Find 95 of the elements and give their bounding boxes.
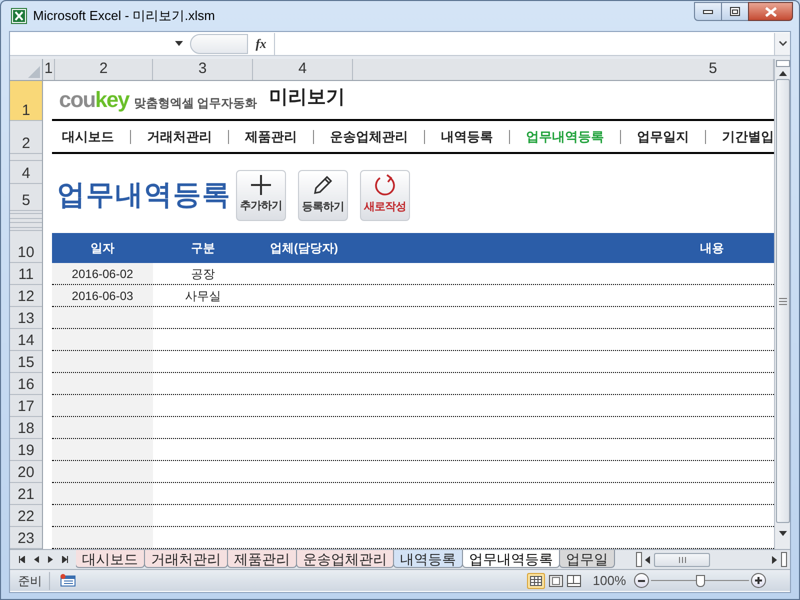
zoom-percent[interactable]: 100% (592, 570, 626, 590)
nav-link[interactable]: 내역등록 (441, 126, 493, 146)
row-header[interactable]: 22 (10, 505, 42, 527)
dropdown-arrow-icon (175, 41, 183, 46)
sheet-tab[interactable]: 업무일 (559, 550, 615, 568)
formula-grip[interactable] (190, 34, 248, 54)
chevron-down-icon (778, 41, 786, 46)
row-header[interactable]: 20 (10, 461, 42, 483)
row-header[interactable]: 11 (10, 263, 42, 285)
vertical-scrollbar[interactable] (774, 59, 790, 549)
column-header[interactable]: 4 (253, 59, 353, 80)
table-cell: 2016-06-03 (52, 285, 153, 306)
column-header: 내용 (699, 240, 726, 257)
maximize-button[interactable] (722, 2, 748, 21)
previous-sheet-icon[interactable] (34, 556, 38, 563)
column-header[interactable]: 3 (153, 59, 253, 80)
row-header[interactable]: 13 (10, 307, 42, 329)
macro-record-icon[interactable] (60, 574, 76, 587)
page-title: 미리보기 (269, 86, 346, 110)
refresh-icon (373, 174, 397, 196)
sheet-tab[interactable]: 업무내역등록 (462, 550, 560, 568)
logo-text: coukey (59, 89, 129, 111)
column-header[interactable]: 1 (43, 59, 55, 80)
nav-link[interactable]: 대시보드 (62, 126, 114, 146)
split-handle[interactable] (781, 552, 787, 567)
close-icon (764, 6, 776, 16)
row-header[interactable]: 2 (10, 121, 42, 154)
scroll-right-icon[interactable] (772, 556, 777, 564)
zoom-in-button[interactable] (751, 573, 766, 588)
sheet-tab[interactable]: 운송업체관리 (296, 550, 394, 568)
plus-icon (251, 175, 271, 196)
row-header[interactable]: 17 (10, 395, 42, 417)
row-header[interactable]: 4 (10, 161, 42, 184)
column-header: 구분 (190, 240, 216, 257)
zoom-slider-thumb[interactable] (696, 574, 705, 586)
row-header[interactable]: 1 (10, 81, 42, 121)
nav-link[interactable]: 업무일지 (637, 126, 689, 146)
zoom-slider[interactable] (651, 574, 749, 586)
sheet-tab[interactable]: 제품관리 (227, 550, 297, 568)
scroll-thumb[interactable] (776, 79, 790, 523)
row-header[interactable]: 15 (10, 351, 42, 373)
split-handle[interactable] (776, 60, 790, 67)
row-header[interactable]: 18 (10, 417, 42, 439)
row-header[interactable]: 16 (10, 373, 42, 395)
nav-link[interactable]: 기간별입 (722, 126, 774, 146)
scroll-left-icon[interactable] (645, 556, 650, 564)
tab-split-handle[interactable] (636, 552, 642, 567)
page-layout-icon[interactable] (548, 574, 563, 586)
nav-link[interactable]: 운송업체관리 (330, 126, 408, 146)
add-button[interactable]: 추가하기 (236, 170, 286, 220)
scroll-up-icon[interactable] (778, 71, 787, 76)
row-header[interactable]: 21 (10, 483, 42, 505)
normal-view-button[interactable] (526, 572, 545, 588)
grip-icon (778, 298, 787, 304)
grid-icon (530, 576, 542, 586)
first-sheet-icon[interactable] (18, 556, 24, 563)
refresh-button[interactable]: 새로작성 (360, 170, 410, 220)
row-header[interactable]: 10 (10, 231, 42, 263)
expand-formula-button[interactable] (774, 32, 790, 54)
close-button[interactable] (748, 2, 793, 21)
horizontal-scroll-thumb[interactable] (654, 552, 710, 566)
edit-button[interactable]: 등록하기 (298, 170, 348, 220)
minimize-icon (703, 10, 713, 14)
sheet-tab[interactable]: 거래처관리 (144, 550, 228, 568)
insert-function-button[interactable]: fx (248, 34, 274, 54)
plus-icon (755, 577, 762, 584)
column-header: 일자 (90, 240, 116, 257)
row-header[interactable]: 5 (10, 184, 42, 211)
column-header: 업체(담당자) (269, 240, 339, 257)
table-cell: 2016-06-02 (52, 263, 153, 284)
page-break-icon[interactable] (566, 574, 581, 586)
nav-link[interactable]: 제품관리 (245, 126, 297, 146)
sheet-tab[interactable]: 대시보드 (76, 550, 145, 568)
table-cell-text: 사무실 (184, 288, 222, 304)
grip-icon (678, 556, 686, 562)
sheet-tab[interactable]: 내역등록 (393, 550, 463, 568)
window-title: Microsoft Excel - 미리보기.xlsm (33, 7, 216, 26)
row-header[interactable]: 14 (10, 329, 42, 351)
row-header[interactable]: 19 (10, 439, 42, 461)
maximize-icon (730, 7, 740, 16)
column-header[interactable]: 2 (55, 59, 153, 80)
excel-icon (11, 8, 27, 24)
status-text: 준비 (10, 572, 50, 590)
minimize-button[interactable] (694, 2, 722, 21)
scroll-down-icon[interactable] (778, 531, 787, 536)
next-sheet-icon[interactable] (48, 556, 52, 563)
zoom-out-button[interactable] (634, 573, 649, 588)
row-header[interactable]: 12 (10, 285, 42, 307)
minus-icon (638, 580, 645, 582)
pencil-icon (312, 174, 334, 196)
table-cell-text: 공장 (190, 266, 216, 282)
logo-tagline: 맞춤형엑셀 업무자동화 (134, 95, 258, 112)
nav-link[interactable]: 거래처관리 (147, 126, 212, 146)
last-sheet-icon[interactable] (62, 556, 68, 563)
page-heading: 업무내역등록 (56, 178, 232, 212)
